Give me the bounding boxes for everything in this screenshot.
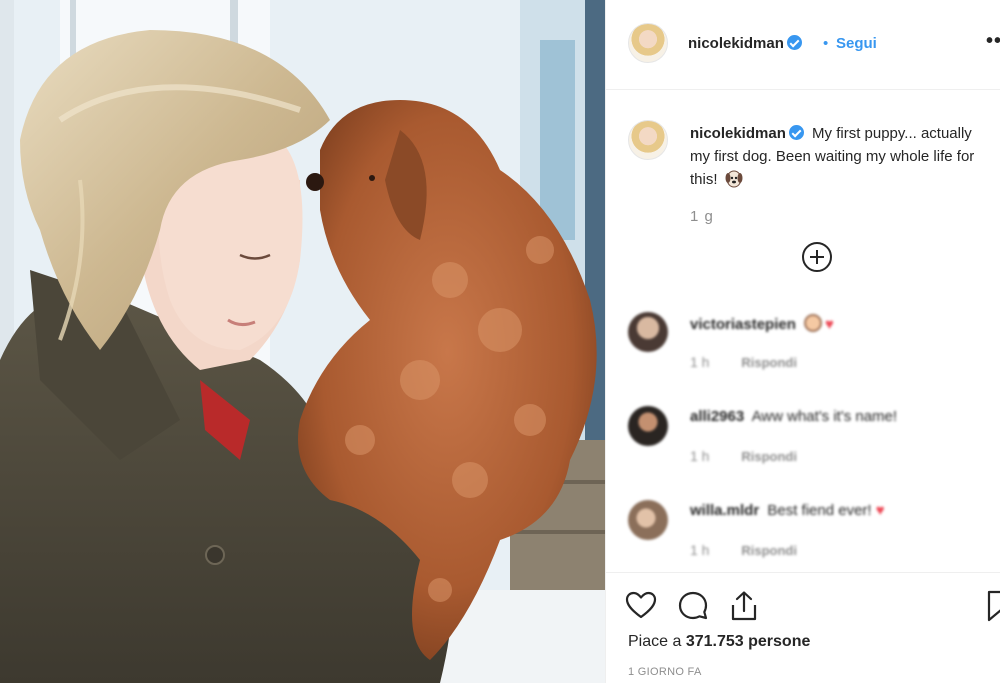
comment-list: victoriastepien ♥ 1 h Rispondi alli2963 … [606, 290, 1000, 572]
comment-username[interactable]: victoriastepien [690, 316, 796, 333]
bookmark-icon[interactable] [984, 589, 1000, 623]
share-icon[interactable] [727, 589, 761, 623]
comment-username[interactable]: willa.mldr [690, 502, 759, 519]
post-header: nicolekidman • Segui •• [606, 0, 1000, 90]
comment-item: victoriastepien ♥ 1 h Rispondi [606, 290, 1000, 384]
caption-timestamp[interactable]: 1 g [690, 208, 714, 225]
red-heart-icon: ♥ [825, 316, 834, 333]
caption-avatar[interactable] [628, 120, 668, 160]
caption-username[interactable]: nicolekidman [690, 125, 804, 142]
verified-badge-icon [786, 35, 802, 50]
separator-dot: • [823, 35, 829, 52]
comment-username[interactable]: alli2963 [690, 408, 744, 425]
author-username[interactable]: nicolekidman [688, 35, 802, 52]
more-options-icon[interactable]: •• [986, 30, 1000, 53]
comment-meta: 1 h Rispondi [690, 448, 797, 464]
comment-body: Aww what's it's name! [751, 408, 898, 425]
caption-text: nicolekidman My first puppy... actually … [690, 122, 995, 191]
comment-avatar[interactable] [628, 406, 668, 446]
post-caption: nicolekidman My first puppy... actually … [606, 90, 1000, 290]
author-username-text[interactable]: nicolekidman [688, 35, 784, 52]
dog-emoji-icon [725, 170, 743, 188]
likes-count[interactable]: Piace a 371.753 persone [628, 633, 810, 651]
post-photo[interactable] [0, 0, 605, 683]
verified-badge-icon [788, 125, 804, 140]
red-heart-icon: ♥ [875, 502, 885, 519]
reply-button[interactable]: Rispondi [741, 543, 797, 558]
caption-username-text[interactable]: nicolekidman [690, 125, 786, 142]
comment-body: Best fiend ever! [767, 502, 872, 519]
comment-time[interactable]: 1 h [690, 542, 709, 558]
comment-text: alli2963 Aww what's it's name! [690, 408, 897, 425]
comment-text: willa.mldr Best fiend ever! ♥ [690, 502, 885, 519]
post-sidebar: nicolekidman • Segui •• nicolekidman My … [605, 0, 1000, 683]
reply-button[interactable]: Rispondi [741, 449, 797, 464]
comment-avatar[interactable] [628, 500, 668, 540]
plus-circle-icon[interactable] [802, 242, 832, 272]
reply-button[interactable]: Rispondi [741, 355, 797, 370]
comment-text: victoriastepien ♥ [690, 314, 834, 333]
likes-prefix: Piace a [628, 633, 682, 650]
comment-item: alli2963 Aww what's it's name! 1 h Rispo… [606, 384, 1000, 478]
post-date[interactable]: 1 GIORNO FA [628, 666, 702, 678]
comment-meta: 1 h Rispondi [690, 542, 797, 558]
comment-icon[interactable] [676, 589, 710, 623]
follow-button[interactable]: Segui [836, 35, 877, 52]
author-avatar[interactable] [628, 23, 668, 63]
post-actions: Piace a 371.753 persone 1 GIORNO FA [606, 572, 1000, 683]
face-emoji-icon [804, 314, 823, 332]
heart-outline-icon[interactable] [624, 589, 658, 623]
comment-item: willa.mldr Best fiend ever! ♥ 1 h Rispon… [606, 478, 1000, 572]
photo-illustration [0, 0, 605, 683]
likes-suffix[interactable]: persone [748, 633, 810, 650]
comment-meta: 1 h Rispondi [690, 354, 797, 370]
comment-time[interactable]: 1 h [690, 354, 709, 370]
comment-time[interactable]: 1 h [690, 448, 709, 464]
likes-number[interactable]: 371.753 [686, 633, 744, 650]
comment-avatar[interactable] [628, 312, 668, 352]
